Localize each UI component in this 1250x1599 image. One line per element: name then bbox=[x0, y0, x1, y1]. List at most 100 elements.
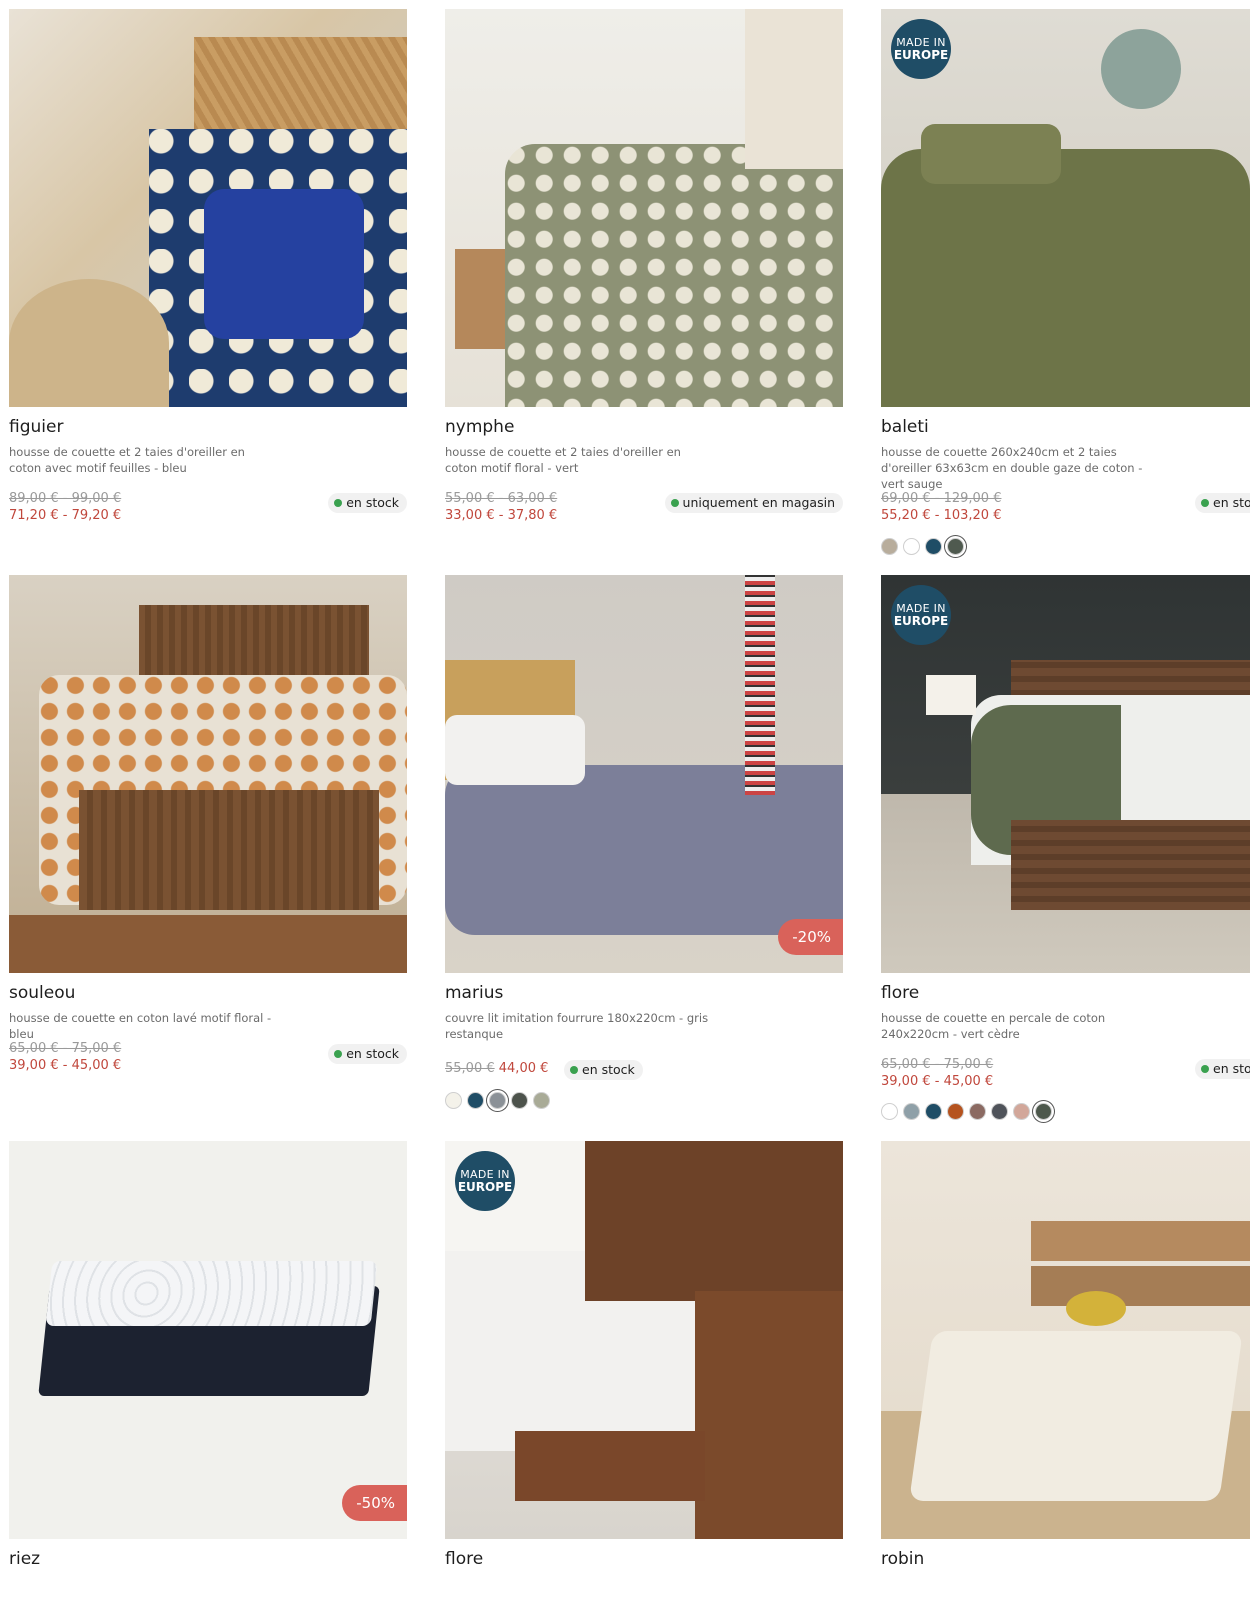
bedding-shape bbox=[505, 144, 843, 407]
color-swatch[interactable] bbox=[881, 538, 898, 555]
product-name[interactable]: robin bbox=[881, 1549, 924, 1569]
product-image[interactable]: MADE IN EUROPE bbox=[881, 575, 1250, 973]
price-block: 65,00 € - 75,00 € 39,00 € - 45,00 € bbox=[9, 1040, 121, 1074]
color-swatch[interactable] bbox=[903, 1103, 920, 1120]
bed-frame-shape bbox=[1011, 820, 1250, 910]
product-description: housse de couette en percale de coton 24… bbox=[881, 1011, 1106, 1041]
color-swatch[interactable] bbox=[947, 1103, 964, 1120]
footboard-shape bbox=[79, 790, 379, 910]
stock-badge: en stock bbox=[1195, 1059, 1250, 1079]
product-description: housse de couette en coton lavé motif fl… bbox=[9, 1011, 272, 1041]
mattress-top-shape bbox=[45, 1261, 378, 1326]
old-price: 55,00 € bbox=[445, 1061, 495, 1076]
discount-badge: -20% bbox=[778, 919, 843, 955]
price-block: 65,00 € - 75,00 € 39,00 € - 45,00 € bbox=[881, 1056, 993, 1090]
product-card-souleou[interactable]: souleou housse de couette en coton lavé … bbox=[9, 575, 407, 1073]
old-price: 65,00 € - 75,00 € bbox=[9, 1041, 122, 1056]
color-swatches bbox=[881, 538, 964, 555]
old-price: 55,00 € - 63,00 € bbox=[445, 491, 558, 506]
color-swatch[interactable] bbox=[925, 538, 942, 555]
product-name[interactable]: flore bbox=[881, 983, 919, 1003]
badge-line-2: EUROPE bbox=[457, 1180, 513, 1194]
color-swatches bbox=[881, 1103, 1052, 1120]
sale-price: 39,00 € - 45,00 € bbox=[881, 1074, 994, 1089]
product-card-riez[interactable]: -50% riez bbox=[9, 1141, 407, 1569]
old-price: 69,00 € - 129,00 € bbox=[881, 491, 1002, 506]
rug-shape bbox=[9, 279, 169, 407]
sale-price: 33,00 € - 37,80 € bbox=[445, 508, 558, 523]
made-in-europe-badge: MADE IN EUROPE bbox=[891, 19, 951, 79]
old-price: 65,00 € - 75,00 € bbox=[881, 1057, 994, 1072]
price-block: 55,00 € 44,00 € bbox=[445, 1060, 548, 1077]
price-block: 69,00 € - 129,00 € 55,20 € - 103,20 € bbox=[881, 490, 1001, 524]
made-in-europe-badge: MADE IN EUROPE bbox=[455, 1151, 515, 1211]
color-swatch[interactable] bbox=[903, 538, 920, 555]
product-description: housse de couette 260x240cm et 2 taies d… bbox=[881, 445, 1143, 491]
floor-shape bbox=[9, 915, 407, 973]
pillow-shape bbox=[921, 124, 1061, 184]
shelf-shape bbox=[745, 9, 843, 169]
sale-price: 55,20 € - 103,20 € bbox=[881, 508, 1002, 523]
discount-badge: -50% bbox=[342, 1485, 407, 1521]
product-description: couvre lit imitation fourrure 180x220cm … bbox=[445, 1011, 709, 1041]
product-card-flore-2[interactable]: MADE IN EUROPE flore bbox=[445, 1141, 843, 1569]
color-swatches bbox=[445, 1092, 550, 1109]
color-swatch[interactable] bbox=[1013, 1103, 1030, 1120]
throw-shape bbox=[204, 189, 364, 339]
product-name[interactable]: flore bbox=[445, 1549, 483, 1569]
product-card-robin[interactable]: robin bbox=[881, 1141, 1250, 1569]
color-swatch[interactable] bbox=[489, 1092, 506, 1109]
product-image[interactable]: MADE IN EUROPE bbox=[445, 1141, 843, 1539]
product-name[interactable]: souleou bbox=[9, 983, 75, 1003]
product-name[interactable]: riez bbox=[9, 1549, 40, 1569]
product-image[interactable] bbox=[881, 1141, 1250, 1539]
price-block: 55,00 € - 63,00 € 33,00 € - 37,80 € bbox=[445, 490, 557, 524]
product-name[interactable]: nymphe bbox=[445, 417, 514, 437]
stock-badge: en stock bbox=[328, 1044, 407, 1064]
color-swatch[interactable] bbox=[467, 1092, 484, 1109]
color-swatch[interactable] bbox=[991, 1103, 1008, 1120]
product-card-figuier[interactable]: figuier housse de couette et 2 taies d'o… bbox=[9, 9, 407, 523]
product-card-baleti[interactable]: MADE IN EUROPE baleti housse de couette … bbox=[881, 9, 1250, 555]
product-image[interactable]: MADE IN EUROPE bbox=[881, 9, 1250, 407]
nightstand-shape bbox=[695, 1291, 843, 1539]
product-image[interactable]: -50% bbox=[9, 1141, 407, 1539]
stock-badge: uniquement en magasin bbox=[664, 493, 843, 513]
old-price: 89,00 € - 99,00 € bbox=[9, 491, 122, 506]
color-swatch[interactable] bbox=[511, 1092, 528, 1109]
product-card-marius[interactable]: -20% marius couvre lit imitation fourrur… bbox=[445, 575, 843, 1109]
product-description: housse de couette et 2 taies d'oreiller … bbox=[9, 445, 245, 475]
sale-price: 71,20 € - 79,20 € bbox=[9, 508, 122, 523]
color-swatch[interactable] bbox=[445, 1092, 462, 1109]
product-card-flore[interactable]: MADE IN EUROPE flore housse de couette e… bbox=[881, 575, 1250, 1120]
pendant-lamp-shape bbox=[1101, 29, 1181, 109]
product-image[interactable] bbox=[445, 9, 843, 407]
stock-badge: en stock bbox=[328, 493, 407, 513]
badge-line-2: EUROPE bbox=[893, 614, 949, 628]
product-image[interactable]: -20% bbox=[445, 575, 843, 973]
books-shape bbox=[745, 575, 775, 795]
product-image[interactable] bbox=[9, 575, 407, 973]
product-card-nymphe[interactable]: nymphe housse de couette et 2 taies d'or… bbox=[445, 9, 843, 523]
color-swatch[interactable] bbox=[1035, 1103, 1052, 1120]
color-swatch[interactable] bbox=[881, 1103, 898, 1120]
bed-frame-shape bbox=[515, 1431, 705, 1501]
product-description: housse de couette et 2 taies d'oreiller … bbox=[445, 445, 681, 475]
color-swatch[interactable] bbox=[925, 1103, 942, 1120]
stock-badge: en stock bbox=[564, 1060, 643, 1080]
product-name[interactable]: figuier bbox=[9, 417, 63, 437]
color-swatch[interactable] bbox=[947, 538, 964, 555]
pillow-shape bbox=[445, 715, 585, 785]
stock-badge: en stock bbox=[1195, 493, 1250, 513]
color-swatch[interactable] bbox=[533, 1092, 550, 1109]
bedding-shape bbox=[881, 149, 1250, 407]
product-image[interactable] bbox=[9, 9, 407, 407]
product-name[interactable]: baleti bbox=[881, 417, 929, 437]
color-swatch[interactable] bbox=[969, 1103, 986, 1120]
badge-line-2: EUROPE bbox=[893, 48, 949, 62]
headboard-shape bbox=[585, 1141, 843, 1301]
sale-price: 44,00 € bbox=[498, 1061, 549, 1076]
product-name[interactable]: marius bbox=[445, 983, 503, 1003]
sale-price: 39,00 € - 45,00 € bbox=[9, 1058, 122, 1073]
price-block: 89,00 € - 99,00 € 71,20 € - 79,20 € bbox=[9, 490, 121, 524]
